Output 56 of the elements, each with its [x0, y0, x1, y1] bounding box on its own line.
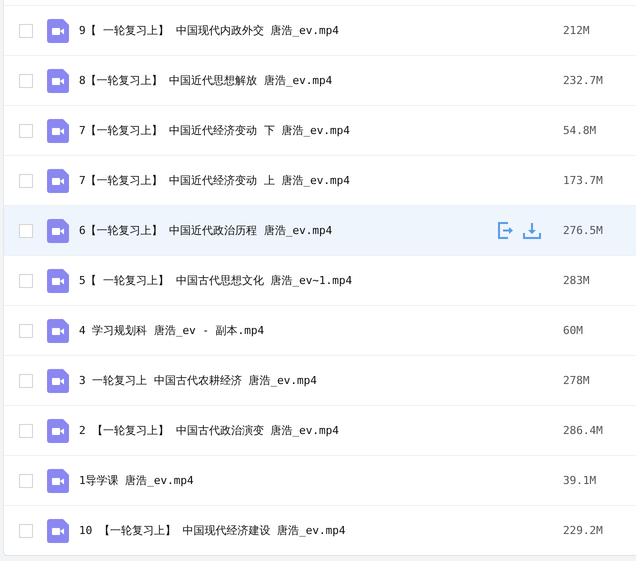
file-row[interactable]: 10 【一轮复习上】 中国现代经济建设 唐浩_ev.mp4 229.2M: [4, 505, 636, 555]
video-file-icon: [47, 268, 69, 292]
checkbox[interactable]: [19, 324, 33, 338]
video-file-icon: [47, 318, 69, 342]
video-file-icon: [47, 218, 69, 242]
file-name: 2 【一轮复习上】 中国古代政治演变 唐浩_ev.mp4: [79, 423, 340, 438]
file-name: 1导学课 唐浩_ev.mp4: [79, 473, 195, 488]
file-name: 3 一轮复习上 中国古代农耕经济 唐浩_ev.mp4: [79, 373, 318, 388]
file-size: 232.7M: [563, 74, 603, 87]
checkbox[interactable]: [19, 74, 33, 88]
file-name: 6【一轮复习上】 中国近代政治历程 唐浩_ev.mp4: [79, 223, 334, 238]
file-size: 54.8M: [563, 124, 596, 137]
checkbox[interactable]: [19, 174, 33, 188]
file-size: 39.1M: [563, 474, 596, 487]
file-row[interactable]: 2 【一轮复习上】 中国古代政治演变 唐浩_ev.mp4 286.4M: [4, 405, 636, 455]
file-size: 60M: [563, 324, 583, 337]
video-file-icon: [47, 118, 69, 142]
file-size: 278M: [563, 374, 590, 387]
file-row[interactable]: 1导学课 唐浩_ev.mp4 39.1M: [4, 455, 636, 505]
file-row[interactable]: 3 一轮复习上 中国古代农耕经济 唐浩_ev.mp4 278M: [4, 355, 636, 405]
file-row[interactable]: 4 学习规划科 唐浩_ev - 副本.mp4 60M: [4, 305, 636, 355]
video-file-icon: [47, 518, 69, 542]
video-file-icon: [47, 18, 69, 42]
checkbox[interactable]: [19, 374, 33, 388]
video-file-icon: [47, 168, 69, 192]
checkbox[interactable]: [19, 224, 33, 238]
file-size: 173.7M: [563, 174, 603, 187]
video-file-icon: [47, 468, 69, 492]
file-size: 276.5M: [563, 224, 603, 237]
video-file-icon: [47, 418, 69, 442]
file-name: 8【一轮复习上】 中国近代思想解放 唐浩_ev.mp4: [79, 73, 334, 88]
file-row[interactable]: 5【 一轮复习上】 中国古代思想文化 唐浩_ev~1.mp4 283M: [4, 255, 636, 305]
video-file-icon: [47, 68, 69, 92]
checkbox[interactable]: [19, 424, 33, 438]
checkbox[interactable]: [19, 474, 33, 488]
file-size: 286.4M: [563, 424, 603, 437]
file-row[interactable]: 8【一轮复习上】 中国近代思想解放 唐浩_ev.mp4 232.7M: [4, 55, 636, 105]
file-name: 9【 一轮复习上】 中国现代内政外交 唐浩_ev.mp4: [79, 23, 340, 38]
file-name: 5【 一轮复习上】 中国古代思想文化 唐浩_ev~1.mp4: [79, 273, 354, 288]
file-row[interactable]: 9【 一轮复习上】 中国现代内政外交 唐浩_ev.mp4 212M: [4, 5, 636, 55]
checkbox[interactable]: [19, 124, 33, 138]
file-name: 7【一轮复习上】 中国近代经济变动 上 唐浩_ev.mp4: [79, 173, 351, 188]
file-size: 229.2M: [563, 524, 603, 537]
move-icon[interactable]: [498, 222, 515, 239]
download-icon[interactable]: [523, 222, 541, 239]
checkbox[interactable]: [19, 524, 33, 538]
video-file-icon: [47, 368, 69, 392]
file-name: 7【一轮复习上】 中国近代经济变动 下 唐浩_ev.mp4: [79, 123, 351, 138]
checkbox[interactable]: [19, 274, 33, 288]
file-row[interactable]: 6【一轮复习上】 中国近代政治历程 唐浩_ev.mp4 276.5M: [4, 205, 636, 255]
checkbox[interactable]: [19, 24, 33, 38]
file-row[interactable]: 7【一轮复习上】 中国近代经济变动 下 唐浩_ev.mp4 54.8M: [4, 105, 636, 155]
file-name: 4 学习规划科 唐浩_ev - 副本.mp4: [79, 323, 266, 338]
file-size: 212M: [563, 24, 590, 37]
file-size: 283M: [563, 274, 590, 287]
file-name: 10 【一轮复习上】 中国现代经济建设 唐浩_ev.mp4: [79, 523, 346, 538]
